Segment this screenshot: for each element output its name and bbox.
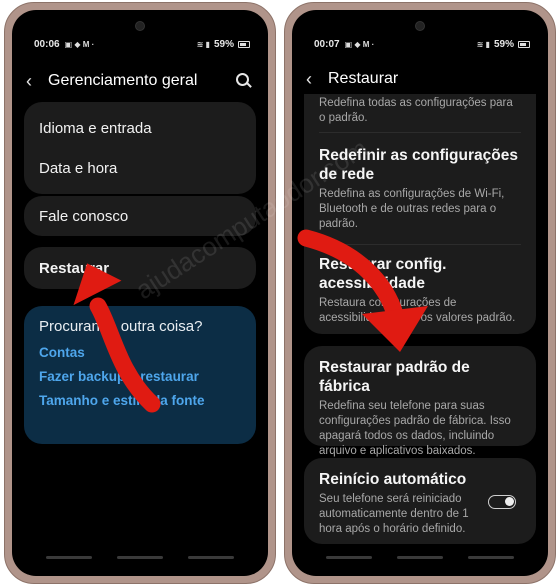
nav-recent-button[interactable]: [46, 556, 93, 559]
nav-back-button[interactable]: [187, 556, 234, 559]
reset-network-item[interactable]: Redefinir as configurações de rede Redef…: [319, 146, 521, 232]
app-bar: ‹ Gerenciamento geral: [26, 66, 254, 96]
reset-card: Restaurar: [24, 247, 256, 289]
menu-item-date-time[interactable]: Data e hora: [24, 148, 256, 188]
suggestion-link-backup[interactable]: Fazer backup e restaurar: [39, 369, 241, 384]
page-title: Restaurar: [328, 70, 399, 87]
camera-icon: [135, 21, 145, 31]
nav-recent-button[interactable]: [326, 556, 373, 559]
divider: [319, 244, 521, 245]
auto-restart-desc: Seu telefone será reiniciado automaticam…: [319, 493, 469, 535]
left-screen: 00:06 ▣ ◆ M · ≋ ▮ 59% ‹ Gerenciamento ge…: [12, 10, 268, 576]
contact-card: Fale conosco: [24, 196, 256, 236]
battery-icon: [238, 40, 250, 48]
search-icon[interactable]: [234, 71, 254, 91]
suggestion-link-accounts[interactable]: Contas: [39, 345, 241, 360]
right-screen: 00:07 ▣ ◆ M · ≋ ▮ 59% ‹ Restaurar Redefi…: [292, 10, 548, 576]
battery-percent: 59%: [213, 38, 234, 50]
status-time: 00:06: [34, 38, 60, 50]
menu-item-language[interactable]: Idioma e entrada: [24, 108, 256, 148]
app-bar: ‹ Restaurar: [306, 64, 534, 94]
factory-reset-item[interactable]: Restaurar padrão de fábrica Redefina seu…: [304, 346, 536, 457]
suggestions-title: Procurando outra coisa?: [39, 318, 203, 335]
reset-network-title: Redefinir as configurações de rede: [319, 147, 518, 183]
reset-accessibility-item[interactable]: Restaurar config. acessibilidade Restaur…: [319, 255, 521, 326]
battery-icon: [518, 40, 530, 48]
navigation-bar: [34, 556, 246, 560]
notification-icons: ▣ ◆ M ·: [64, 39, 95, 49]
suggestion-link-font[interactable]: Tamanho e estilo da fonte: [39, 393, 241, 408]
reset-accessibility-desc: Restaura configurações de acessibilidade…: [319, 297, 516, 324]
auto-restart-item[interactable]: Reinício automático Seu telefone será re…: [304, 458, 536, 544]
status-bar: 00:07 ▣ ◆ M · ≋ ▮ 59%: [314, 36, 530, 52]
nav-home-button[interactable]: [396, 556, 443, 559]
right-phone-frame: 00:07 ▣ ◆ M · ≋ ▮ 59% ‹ Restaurar Redefi…: [284, 2, 556, 584]
status-time: 00:07: [314, 38, 340, 50]
signal-icon: ≋ ▮: [476, 39, 490, 49]
left-phone-frame: 00:06 ▣ ◆ M · ≋ ▮ 59% ‹ Gerenciamento ge…: [4, 2, 276, 584]
factory-reset-desc: Redefina seu telefone para suas configur…: [319, 400, 511, 457]
menu-item-contact[interactable]: Fale conosco: [24, 196, 256, 236]
navigation-bar: [314, 556, 526, 560]
divider: [319, 132, 521, 133]
auto-restart-title: Reinício automático: [319, 471, 467, 488]
nav-back-button[interactable]: [467, 556, 514, 559]
menu-item-reset[interactable]: Restaurar: [24, 248, 256, 288]
reset-network-desc: Redefina as configurações de Wi-Fi, Blue…: [319, 188, 505, 230]
factory-reset-title: Restaurar padrão de fábrica: [319, 359, 470, 395]
suggestions-panel: Procurando outra coisa? Contas Fazer bac…: [24, 306, 256, 444]
language-date-card: Idioma e entrada Data e hora: [24, 102, 256, 194]
page-title: Gerenciamento geral: [48, 72, 198, 89]
back-arrow-icon[interactable]: ‹: [26, 71, 48, 92]
reset-settings-desc: Redefina todas as configurações para o p…: [319, 97, 513, 124]
notification-icons: ▣ ◆ M ·: [344, 39, 375, 49]
auto-restart-toggle[interactable]: [488, 495, 516, 509]
battery-percent: 59%: [493, 38, 514, 50]
signal-icon: ≋ ▮: [196, 39, 210, 49]
reset-options-card: Redefina todas as configurações para o p…: [304, 94, 536, 334]
nav-home-button[interactable]: [116, 556, 163, 559]
status-bar: 00:06 ▣ ◆ M · ≋ ▮ 59%: [34, 36, 250, 52]
reset-accessibility-title: Restaurar config. acessibilidade: [319, 256, 447, 292]
back-arrow-icon[interactable]: ‹: [306, 69, 328, 90]
camera-icon: [415, 21, 425, 31]
